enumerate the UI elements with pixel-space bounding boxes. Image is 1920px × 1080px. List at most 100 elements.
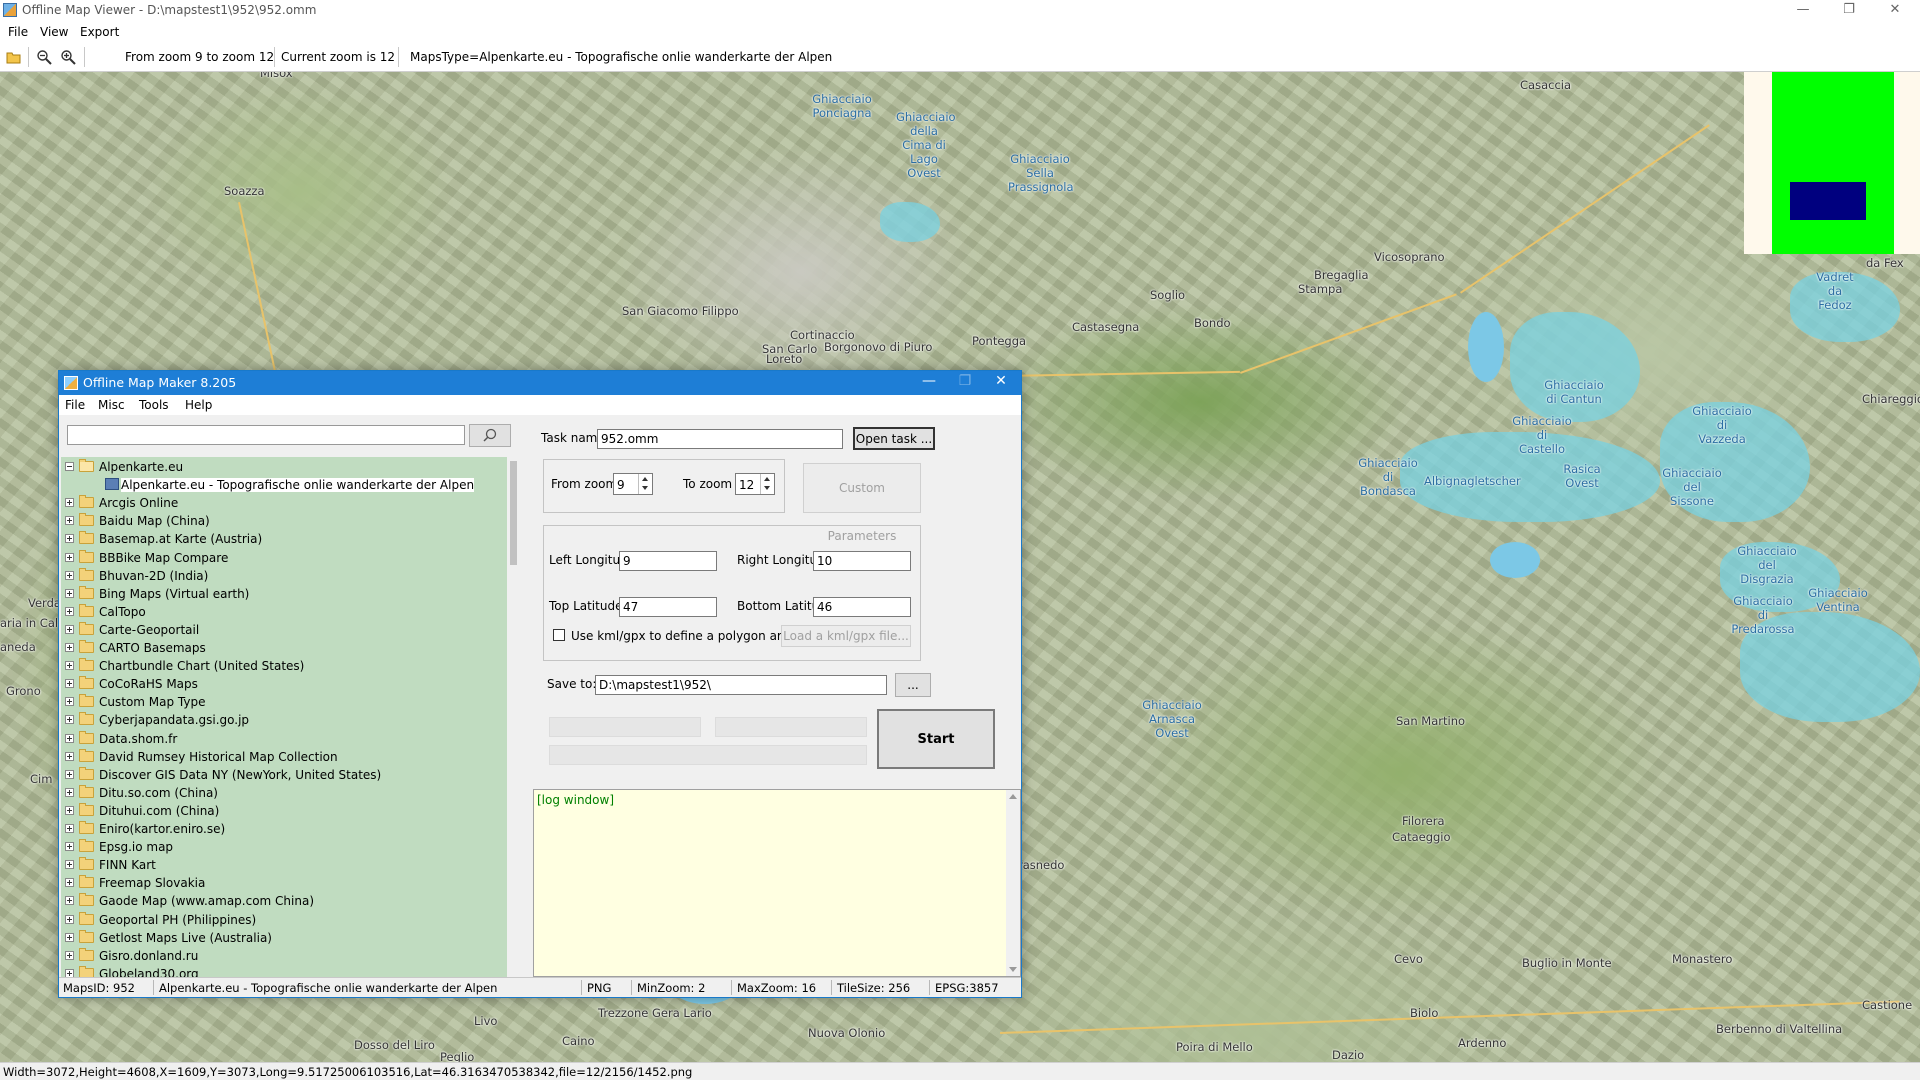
start-button[interactable]: Start [877, 709, 995, 769]
overview-minimap[interactable] [1744, 72, 1920, 254]
dialog-menu-file[interactable]: File [65, 398, 85, 412]
dialog-title-bar[interactable]: Offline Map Maker 8.205 — ❐ ✕ [59, 371, 1021, 395]
expand-toggle-icon[interactable] [65, 896, 74, 906]
tree-item[interactable]: Basemap.at Karte (Austria) [61, 530, 507, 548]
right-longitude-input[interactable] [813, 551, 911, 571]
scroll-down-icon[interactable] [1009, 967, 1017, 972]
dialog-menu-tools[interactable]: Tools [139, 398, 169, 412]
dialog-close-button[interactable]: ✕ [983, 373, 1019, 389]
expand-toggle-icon[interactable] [65, 661, 74, 671]
scroll-up-icon[interactable] [1009, 794, 1017, 799]
expand-toggle-icon[interactable] [65, 552, 74, 562]
collapse-toggle-icon[interactable] [65, 462, 74, 471]
load-kml-button[interactable]: Load a kml/gpx file... [781, 625, 911, 647]
zoom-out-icon[interactable] [36, 49, 52, 65]
open-folder-icon[interactable] [6, 49, 22, 65]
save-to-input[interactable] [595, 675, 887, 695]
tree-item[interactable]: Bhuvan-2D (India) [61, 567, 507, 585]
expand-toggle-icon[interactable] [65, 624, 74, 634]
log-window[interactable]: [log window] [533, 789, 1021, 977]
spin-up-icon[interactable] [642, 477, 648, 481]
tree-item[interactable]: Arcgis Online [61, 494, 507, 512]
expand-toggle-icon[interactable] [65, 733, 74, 743]
tree-item[interactable]: Baidu Map (China) [61, 512, 507, 530]
tree-item[interactable]: Getlost Maps Live (Australia) [61, 929, 507, 947]
expand-toggle-icon[interactable] [65, 588, 74, 598]
expand-toggle-icon[interactable] [65, 570, 74, 580]
to-zoom-spinner[interactable]: 12 [735, 473, 775, 495]
dialog-minimize-button[interactable]: — [911, 373, 947, 389]
tree-item[interactable]: Cyberjapandata.gsi.go.jp [61, 711, 507, 729]
tree-item[interactable]: Gaode Map (www.amap.com China) [61, 892, 507, 910]
tree-item[interactable]: David Rumsey Historical Map Collection [61, 748, 507, 766]
dialog-maximize-button[interactable]: ❐ [947, 373, 983, 389]
tree-item[interactable]: CoCoRaHS Maps [61, 675, 507, 693]
spin-up-icon[interactable] [764, 477, 770, 481]
custom-parameters-button[interactable]: Custom Parameters [803, 463, 921, 543]
expand-toggle-icon[interactable] [65, 950, 74, 960]
menu-view[interactable]: View [40, 25, 68, 39]
open-task-button[interactable]: Open task ... [853, 427, 935, 450]
spin-down-icon[interactable] [642, 486, 648, 490]
minimize-button[interactable]: — [1780, 0, 1826, 22]
tree-scrollbar[interactable] [507, 457, 521, 977]
task-name-input[interactable] [597, 429, 843, 449]
search-button[interactable] [469, 424, 511, 447]
spin-down-icon[interactable] [764, 486, 770, 490]
bottom-latitude-input[interactable] [813, 597, 911, 617]
tree-item[interactable]: Carte-Geoportail [61, 621, 507, 639]
from-zoom-spinner[interactable]: 9 [613, 473, 653, 495]
tree-item[interactable]: Globeland30.org [61, 965, 507, 977]
tree-item[interactable]: Freemap Slovakia [61, 874, 507, 892]
expand-toggle-icon[interactable] [65, 805, 74, 815]
tree-item[interactable]: Dituhui.com (China) [61, 802, 507, 820]
menu-file[interactable]: File [8, 25, 28, 39]
tree-item[interactable]: Chartbundle Chart (United States) [61, 657, 507, 675]
map-source-tree[interactable]: Alpenkarte.eu Alpenkarte.eu - Topografisc… [61, 457, 507, 977]
overview-viewport[interactable] [1790, 182, 1866, 220]
left-longitude-input[interactable] [619, 551, 717, 571]
expand-toggle-icon[interactable] [65, 824, 74, 833]
maximize-button[interactable]: ❐ [1826, 0, 1872, 22]
tree-item[interactable]: Geoportal PH (Philippines) [61, 911, 507, 929]
log-scrollbar[interactable] [1006, 790, 1020, 976]
expand-toggle-icon[interactable] [65, 932, 74, 942]
expand-toggle-icon[interactable] [65, 860, 74, 870]
use-kml-checkbox[interactable] [553, 629, 565, 641]
zoom-in-icon[interactable] [60, 49, 76, 65]
expand-toggle-icon[interactable] [65, 679, 74, 689]
expand-toggle-icon[interactable] [65, 516, 74, 526]
expand-toggle-icon[interactable] [65, 697, 74, 707]
dialog-menu-misc[interactable]: Misc [98, 398, 125, 412]
expand-toggle-icon[interactable] [65, 968, 74, 977]
browse-button[interactable]: ... [895, 673, 931, 697]
tree-item[interactable]: Discover GIS Data NY (NewYork, United St… [61, 766, 507, 784]
tree-item[interactable]: CARTO Basemaps [61, 639, 507, 657]
expand-toggle-icon[interactable] [65, 606, 74, 616]
menu-export[interactable]: Export [80, 25, 119, 39]
tree-item-selected[interactable]: Alpenkarte.eu - Topografische onlie wand… [61, 476, 507, 494]
expand-toggle-icon[interactable] [65, 769, 74, 779]
top-latitude-input[interactable] [619, 597, 717, 617]
tree-item[interactable]: CalTopo [61, 603, 507, 621]
tree-item[interactable]: Epsg.io map [61, 838, 507, 856]
tree-item[interactable]: Custom Map Type [61, 693, 507, 711]
expand-toggle-icon[interactable] [65, 643, 74, 652]
tree-item[interactable]: Data.shom.fr [61, 730, 507, 748]
expand-toggle-icon[interactable] [65, 715, 74, 725]
tree-item[interactable]: FINN Kart [61, 856, 507, 874]
expand-toggle-icon[interactable] [65, 878, 74, 888]
expand-toggle-icon[interactable] [65, 914, 74, 924]
map-search-input[interactable] [67, 425, 465, 445]
expand-toggle-icon[interactable] [65, 751, 74, 761]
tree-item[interactable]: BBBike Map Compare [61, 549, 507, 567]
tree-item[interactable]: Eniro(kartor.eniro.se) [61, 820, 507, 838]
expand-toggle-icon[interactable] [65, 498, 74, 508]
dialog-menu-help[interactable]: Help [185, 398, 212, 412]
scrollbar-thumb[interactable] [510, 461, 517, 565]
close-button[interactable]: ✕ [1872, 0, 1918, 22]
tree-item[interactable]: Gisro.donland.ru [61, 947, 507, 965]
expand-toggle-icon[interactable] [65, 787, 74, 797]
tree-item[interactable]: Bing Maps (Virtual earth) [61, 585, 507, 603]
expand-toggle-icon[interactable] [65, 842, 74, 852]
